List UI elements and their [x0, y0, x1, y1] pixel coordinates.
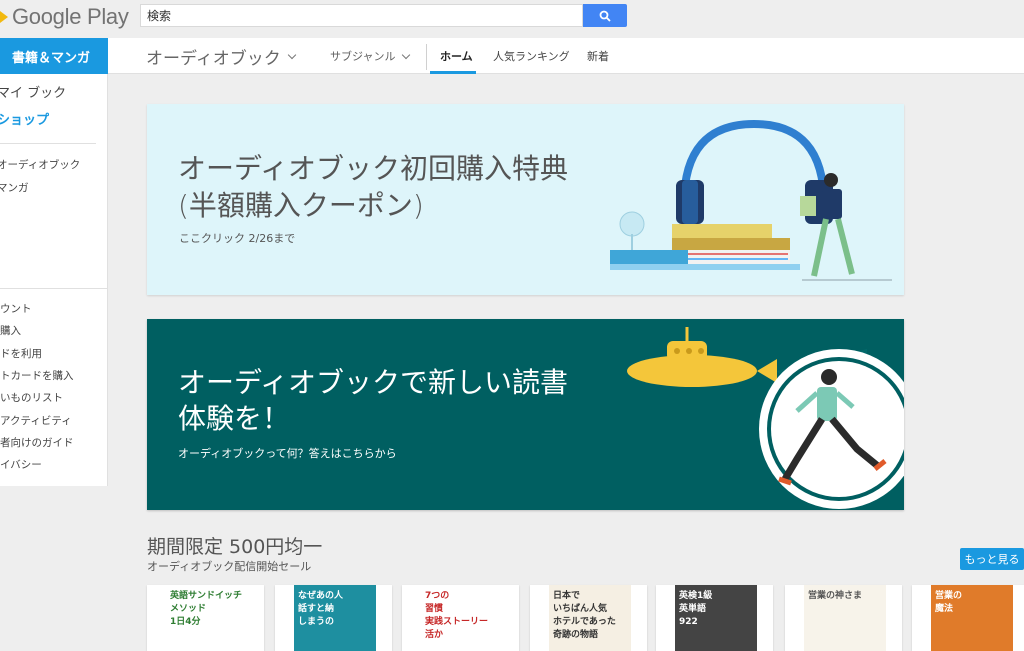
banner-title: オーディオブックで新しい読書 体験を！ [178, 365, 568, 437]
book-cover-text: なぜあの人 [298, 591, 344, 601]
banner-title-line1: オーディオブック初回購入特典 [178, 152, 569, 185]
play-logo-icon [0, 11, 8, 23]
search-button[interactable] [583, 4, 627, 27]
headphones-illustration [610, 119, 892, 281]
tab-new[interactable]: 新着 [587, 48, 609, 64]
book-cover-text: 英検1級 [679, 591, 713, 601]
sidebar-item-wishlist[interactable]: いものリスト [0, 390, 63, 405]
book-cover: 英語サンドイッチ メソッド 1日4分 [166, 585, 248, 651]
book-cover: 営業の 魔法 [931, 585, 1013, 651]
book-cover-text: 営業の神さま [808, 591, 863, 601]
banner-title: オーディオブック初回購入特典 (半額購入クーポン) [178, 150, 568, 224]
top-bar: Google Play [0, 0, 1024, 38]
sidebar-divider [0, 143, 96, 144]
google-play-logo[interactable]: Google Play [0, 3, 129, 31]
book-card[interactable]: 営業の 魔法 [912, 585, 1024, 651]
book-cover-text: 奇跡の物語 [553, 630, 599, 640]
banner-title-line1: オーディオブックで新しい読書 [178, 366, 569, 399]
book-cover-text: 習慣 [425, 604, 444, 614]
book-cover: なぜあの人話すと納しまうの [294, 585, 376, 651]
book-cover-text: 英単語 [679, 604, 707, 614]
search-input[interactable] [141, 5, 582, 26]
chevron-down-icon [402, 50, 411, 59]
book-card[interactable]: 7つの習慣実践ストーリー 活か [402, 585, 519, 651]
book-cover-text: ホテルであった [553, 617, 616, 627]
book-card[interactable]: なぜあの人話すと納しまうの [275, 585, 392, 651]
sidebar-item-redeem[interactable]: ドを利用 [0, 346, 42, 361]
book-cover-text: メソッド [170, 604, 207, 614]
sidebar-item-audiobooks[interactable]: オーディオブック [0, 157, 80, 172]
category-title: オーディオブック [146, 49, 281, 69]
sidebar-item-privacy[interactable]: イバシー [0, 457, 42, 472]
book-card[interactable]: 営業の神さま [785, 585, 902, 651]
search-box[interactable] [140, 4, 583, 27]
book-cover: 営業の神さま [804, 585, 886, 651]
subgenre-dropdown[interactable]: サブジャンル [330, 48, 411, 64]
book-cover-text: 実践ストーリー [425, 617, 489, 627]
book-cover: 日本でいちばん人気 ホテルであった 奇跡の物語 [549, 585, 631, 651]
submarine-runner-illustration [627, 327, 904, 509]
book-cover-text: 7つの [425, 591, 450, 601]
banner-title-line2: (半額購入クーポン) [178, 189, 424, 222]
book-cover: 英検1級英単語 922 [675, 585, 757, 651]
category-dropdown[interactable]: オーディオブック [146, 44, 297, 69]
sidebar-item-parent-guide[interactable]: 者向けのガイド [0, 435, 74, 450]
book-card[interactable]: 英検1級英単語 922 [656, 585, 773, 651]
section-subtitle: オーディオブック配信開始セール [147, 560, 312, 573]
sidebar-item-gift-card[interactable]: トカードを購入 [0, 368, 74, 383]
book-cover-text: しまうの [298, 617, 335, 627]
search-icon [599, 10, 611, 22]
active-tab-indicator [430, 71, 476, 74]
sidebar-item-shop[interactable]: ショップ [0, 109, 49, 128]
sidebar-divider [0, 288, 108, 289]
promo-banner-audiobook-intro[interactable]: オーディオブックで新しい読書 体験を！ オーディオブックって何？答えはこちらから [147, 319, 904, 510]
book-cover-text: いちばん人気 [553, 604, 608, 614]
tab-home[interactable]: ホーム [440, 48, 473, 64]
book-cover-text: 1日4分 [170, 617, 201, 627]
book-cover-text: 922 [679, 617, 698, 627]
sidebar-item-manga[interactable]: マンガ [0, 180, 29, 195]
book-cover-text: 活か [425, 630, 444, 640]
section-title: 期間限定 500円均一 [147, 536, 323, 558]
book-cover: 7つの習慣実践ストーリー 活か [421, 585, 503, 651]
sidebar: マイ ブック ショップ オーディオブック マンガ ウント 購入 ドを利用 トカー… [0, 74, 108, 486]
subgenre-label: サブジャンル [330, 50, 396, 63]
sidebar-item-my-books[interactable]: マイ ブック [0, 82, 66, 101]
sidebar-item-activity[interactable]: アクティビティ [0, 413, 72, 428]
book-cover-text: 営業の [935, 591, 963, 601]
nav-divider [426, 44, 427, 70]
tab-ranking[interactable]: 人気ランキング [493, 48, 570, 64]
book-card[interactable]: 日本でいちばん人気 ホテルであった 奇跡の物語 [530, 585, 647, 651]
promo-banner-coupon[interactable]: オーディオブック初回購入特典 (半額購入クーポン) ここクリック 2/26まで [147, 104, 904, 295]
see-more-button[interactable]: もっと見る [960, 548, 1024, 570]
book-cover-text: 話すと納 [298, 604, 335, 614]
sidebar-item-purchases[interactable]: 購入 [0, 323, 21, 338]
book-cover-text: 英語サンドイッチ [170, 591, 243, 601]
book-card[interactable]: 英語サンドイッチ メソッド 1日4分 [147, 585, 264, 651]
chevron-down-icon [287, 50, 297, 60]
logo-text: Google Play [12, 4, 129, 29]
banner-cta: ここクリック 2/26まで [179, 232, 296, 245]
sidebar-item-account[interactable]: ウント [0, 301, 32, 316]
sub-nav: オーディオブック サブジャンル ホーム 人気ランキング 新着 [108, 38, 1024, 74]
banner-cta: オーディオブックって何？答えはこちらから [178, 447, 397, 460]
book-cover-text: 魔法 [935, 604, 954, 614]
banner-title-line2: 体験を！ [178, 402, 291, 435]
section-tab-books[interactable]: 書籍＆マンガ [0, 38, 108, 74]
book-cover-text: 日本で [553, 591, 581, 601]
